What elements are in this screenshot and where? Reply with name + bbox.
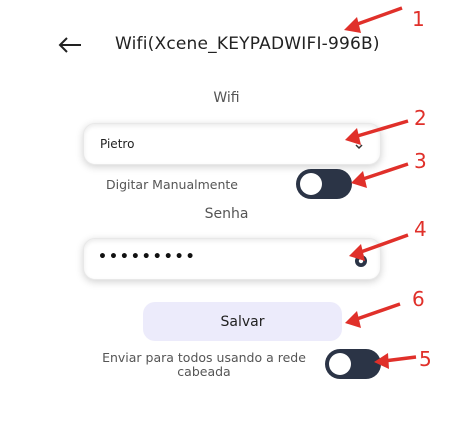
annotation-arrow-5 <box>374 353 417 369</box>
annotation-number: 2 <box>414 106 427 130</box>
annotation-arrow-4 <box>349 233 409 261</box>
annotation-number: 3 <box>414 149 427 173</box>
annotation-number: 5 <box>419 347 432 371</box>
annotation-arrow-6 <box>345 302 401 328</box>
annotation-arrow-2 <box>345 119 409 145</box>
annotation-number: 1 <box>412 7 425 31</box>
annotation-arrow-1 <box>344 6 403 33</box>
annotation-arrow-3 <box>351 162 409 188</box>
annotation-number: 6 <box>412 287 425 311</box>
annotation-overlay <box>344 6 417 369</box>
annotation-number: 4 <box>414 217 427 241</box>
